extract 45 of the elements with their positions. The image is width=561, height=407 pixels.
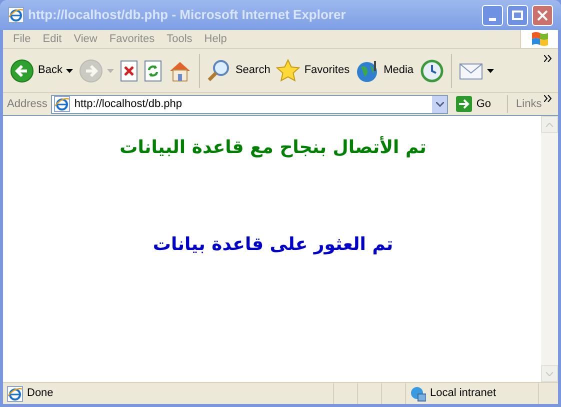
- back-button[interactable]: Back: [7, 54, 76, 86]
- search-button[interactable]: Search: [204, 54, 274, 86]
- stop-icon: [120, 60, 138, 82]
- message-text: تم الأتصال بنجاح مع قاعدة البيانات: [118, 135, 426, 160]
- favorites-button[interactable]: Favorites: [273, 54, 353, 86]
- status-text: Done: [27, 386, 54, 402]
- network-globe-icon: [410, 386, 426, 402]
- magnifier-icon: [207, 58, 232, 82]
- menu-item[interactable]: Help: [198, 30, 233, 48]
- chevron-down-icon: [436, 102, 444, 106]
- refresh-icon: [144, 60, 162, 82]
- maximize-icon: [512, 10, 523, 20]
- globe-icon: [356, 58, 380, 82]
- caret-icon[interactable]: [66, 68, 74, 72]
- maximize-button[interactable]: [507, 4, 528, 26]
- minimize-button[interactable]: [482, 4, 503, 26]
- address-label: Address: [7, 96, 48, 112]
- ie-logo-icon: [7, 386, 23, 402]
- close-icon: [537, 10, 548, 20]
- menu-item[interactable]: View: [68, 30, 104, 48]
- ie-logo-icon: [8, 7, 24, 23]
- envelope-icon: [458, 60, 483, 80]
- clock-icon: [420, 58, 444, 82]
- window-title: http://localhost/db.php - Microsoft Internet Explorer: [28, 6, 347, 24]
- menu-item[interactable]: File: [7, 30, 37, 48]
- menu-item[interactable]: Tools: [160, 30, 198, 48]
- message-text: تم العثور على قاعدة بيانات: [152, 233, 394, 257]
- minimize-icon: [489, 18, 496, 20]
- media-button[interactable]: Media: [352, 54, 417, 86]
- arrow-right-icon: [456, 96, 472, 112]
- windows-logo-icon: [530, 31, 548, 47]
- address-field[interactable]: http://localhost/db.php: [51, 94, 448, 114]
- links-button[interactable]: Links: [512, 96, 546, 112]
- chevron-icon[interactable]: [544, 55, 552, 62]
- house-icon: [168, 60, 192, 82]
- dropdown-button[interactable]: [432, 96, 448, 112]
- go-button[interactable]: Go: [452, 96, 496, 112]
- close-button[interactable]: [532, 4, 553, 26]
- menu-item[interactable]: Favorites: [103, 30, 161, 48]
- chevron-icon[interactable]: [544, 95, 552, 102]
- caret-icon[interactable]: [486, 68, 494, 72]
- zone-text: Local intranet: [430, 386, 496, 402]
- ie-logo-icon: [54, 96, 70, 112]
- menu-item[interactable]: Edit: [36, 30, 68, 48]
- star-icon: [276, 58, 300, 82]
